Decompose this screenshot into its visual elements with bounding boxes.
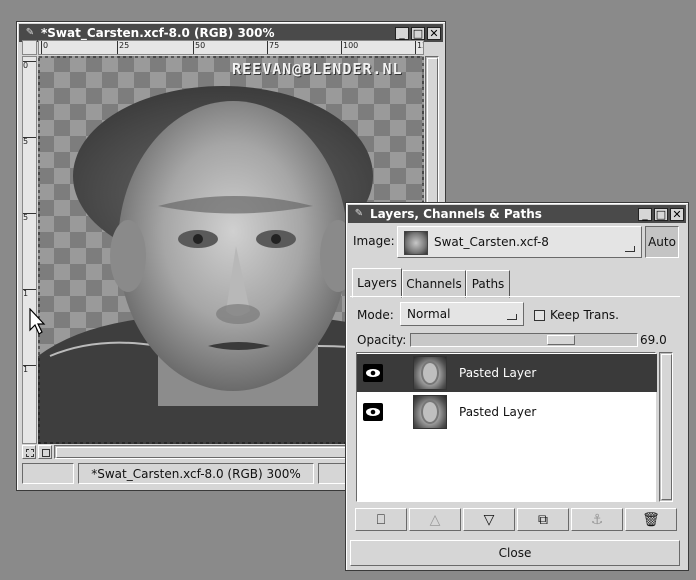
ruler-tick: 75 xyxy=(267,41,279,54)
eye-visibility-icon[interactable] xyxy=(363,364,383,382)
quickmask-on-button[interactable] xyxy=(38,445,52,459)
layer-row[interactable]: Pasted Layer xyxy=(357,354,657,392)
keep-trans-label: Keep Trans. xyxy=(550,308,619,322)
layer-list[interactable]: Pasted Layer Pasted Layer xyxy=(356,352,657,502)
mode-select-value: Normal xyxy=(407,307,451,321)
vertical-ruler[interactable]: 0 5 5 1 1 xyxy=(22,56,37,444)
tab-layers[interactable]: Layers xyxy=(352,268,402,298)
anchor-icon: ⚓ xyxy=(590,511,604,528)
opacity-slider-handle[interactable] xyxy=(547,335,575,345)
layers-dialog-titlebar[interactable]: ✎ Layers, Channels & Paths _ □ ✕ xyxy=(348,205,686,223)
new-layer-icon: ⎕ xyxy=(376,511,386,528)
close-dialog-button[interactable]: Close xyxy=(350,540,680,566)
keep-trans-checkbox[interactable]: Keep Trans. xyxy=(534,308,619,322)
minimize-button[interactable]: _ xyxy=(638,207,652,221)
layer-name: Pasted Layer xyxy=(459,366,537,380)
quickmask-on-icon xyxy=(42,449,50,457)
pointer-coords-field xyxy=(22,463,74,484)
raise-layer-button[interactable]: △ xyxy=(409,508,461,531)
maximize-button[interactable]: □ xyxy=(411,26,425,40)
ruler-tick: 100 xyxy=(341,41,358,54)
close-button[interactable]: ✕ xyxy=(670,207,684,221)
gimp-wilber-icon: ✎ xyxy=(354,208,364,219)
new-layer-button[interactable]: ⎕ xyxy=(355,508,407,531)
ruler-tick: 50 xyxy=(193,41,205,54)
lower-layer-button[interactable]: ▽ xyxy=(463,508,515,531)
image-thumbnail-icon xyxy=(404,231,428,255)
anchor-layer-button[interactable]: ⚓ xyxy=(571,508,623,531)
layer-thumbnail xyxy=(413,395,447,429)
tab-paths[interactable]: Paths xyxy=(466,270,510,298)
quickmask-toggle-button[interactable] xyxy=(22,445,36,459)
ruler-tick: 5 xyxy=(23,137,36,146)
status-text: *Swat_Carsten.xcf-8.0 (RGB) 300% xyxy=(78,463,314,484)
image-select[interactable]: Swat_Carsten.xcf-8 xyxy=(397,226,642,258)
dropdown-arrow-icon xyxy=(625,246,635,252)
minimize-button[interactable]: _ xyxy=(395,26,409,40)
quickmask-icon xyxy=(26,449,34,457)
ruler-tick: 0 xyxy=(23,61,36,70)
watermark-text: REEVAN@BLENDER.NL xyxy=(232,60,403,78)
opacity-slider[interactable] xyxy=(410,333,638,347)
maximize-button[interactable]: □ xyxy=(654,207,668,221)
tab-divider xyxy=(350,296,680,297)
layer-list-scrollbar[interactable] xyxy=(659,352,673,502)
checkbox-box xyxy=(534,309,545,321)
ruler-tick: 125 xyxy=(415,41,423,54)
opacity-value: 69.0 xyxy=(640,333,667,347)
dropdown-arrow-icon xyxy=(507,314,517,320)
layers-dialog-title: Layers, Channels & Paths xyxy=(370,207,542,221)
duplicate-layer-icon: ⧉ xyxy=(538,511,548,528)
gimp-wilber-icon: ✎ xyxy=(25,27,35,38)
ruler-tick: 25 xyxy=(117,41,129,54)
mode-select[interactable]: Normal xyxy=(400,302,524,326)
image-window-title: *Swat_Carsten.xcf-8.0 (RGB) 300% xyxy=(41,26,275,40)
eye-visibility-icon[interactable] xyxy=(363,403,383,421)
tab-channels[interactable]: Channels xyxy=(402,270,466,298)
mode-label: Mode: xyxy=(357,308,394,322)
mouse-cursor-icon xyxy=(29,308,46,335)
ruler-tick: 5 xyxy=(23,213,36,222)
trash-icon: 🗑 xyxy=(642,511,660,528)
raise-layer-icon: △ xyxy=(429,511,441,528)
delete-layer-button[interactable]: 🗑 xyxy=(625,508,677,531)
layer-name: Pasted Layer xyxy=(459,405,537,419)
opacity-label: Opacity: xyxy=(357,333,407,347)
image-select-value: Swat_Carsten.xcf-8 xyxy=(434,235,549,249)
ruler-tick: 1 xyxy=(23,289,36,298)
duplicate-layer-button[interactable]: ⧉ xyxy=(517,508,569,531)
image-label: Image: xyxy=(353,234,395,248)
desktop: { "image_window": { "title": "*Swat_Cars… xyxy=(0,0,696,580)
scrollbar-thumb[interactable] xyxy=(661,354,672,500)
horizontal-ruler[interactable]: 0 25 50 75 100 125 xyxy=(38,40,424,55)
layer-row[interactable]: Pasted Layer xyxy=(357,393,657,431)
close-button[interactable]: ✕ xyxy=(427,26,441,40)
auto-toggle-button[interactable]: Auto xyxy=(645,226,679,258)
ruler-tick: 0 xyxy=(41,41,48,54)
ruler-corner[interactable] xyxy=(22,40,37,55)
ruler-tick: 1 xyxy=(23,365,36,374)
lower-layer-icon: ▽ xyxy=(483,511,495,528)
layer-thumbnail xyxy=(413,356,447,390)
